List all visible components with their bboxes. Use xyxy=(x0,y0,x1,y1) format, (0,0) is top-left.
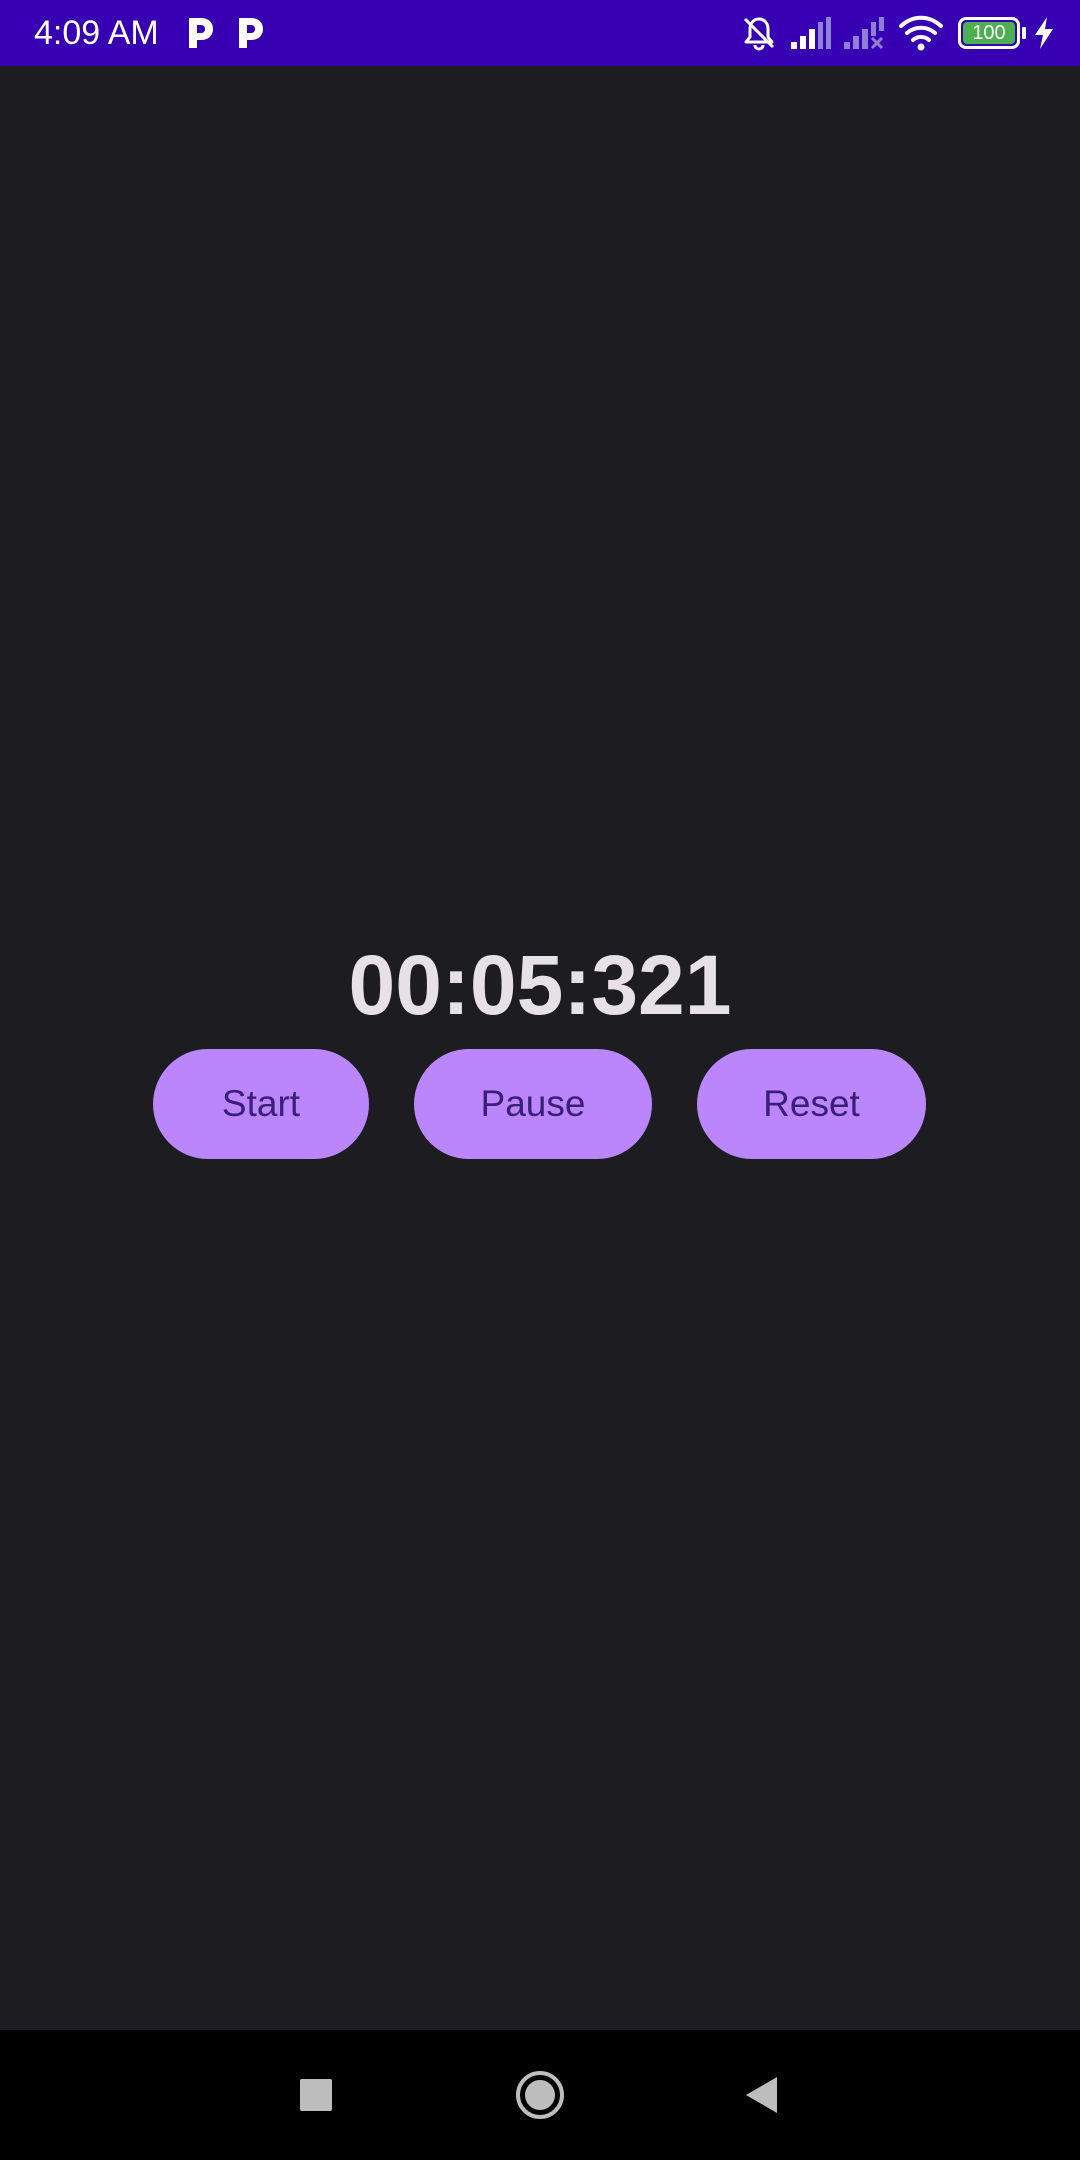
signal-icon xyxy=(791,17,831,49)
home-circle-icon xyxy=(516,2071,564,2119)
charging-bolt-icon xyxy=(1035,17,1053,49)
pause-button[interactable]: Pause xyxy=(414,1049,652,1159)
bell-muted-icon xyxy=(743,17,775,51)
status-time: 4:09 AM xyxy=(34,14,159,52)
back-triangle-icon xyxy=(746,2077,777,2113)
parking-app-icon xyxy=(239,18,263,48)
recents-button[interactable] xyxy=(261,2030,371,2160)
back-button[interactable] xyxy=(705,2030,815,2160)
battery-icon: 100 xyxy=(958,17,1020,49)
parking-app-icon xyxy=(189,18,213,48)
recents-square-icon xyxy=(300,2079,332,2111)
status-bar: 4:09 AM 100 xyxy=(0,0,1080,66)
stopwatch-screen: 4:09 AM 100 00:05:321 Start Pause Reset xyxy=(0,0,1080,2160)
start-button[interactable]: Start xyxy=(153,1049,369,1159)
elapsed-time-display: 00:05:321 xyxy=(348,938,732,1032)
wifi-icon xyxy=(899,15,943,51)
home-button[interactable] xyxy=(485,2030,595,2160)
navigation-bar xyxy=(0,2030,1080,2160)
reset-button[interactable]: Reset xyxy=(697,1049,926,1159)
battery-tip xyxy=(1022,27,1026,39)
signal-no-service-icon xyxy=(844,17,884,50)
battery-level: 100 xyxy=(972,22,1006,44)
